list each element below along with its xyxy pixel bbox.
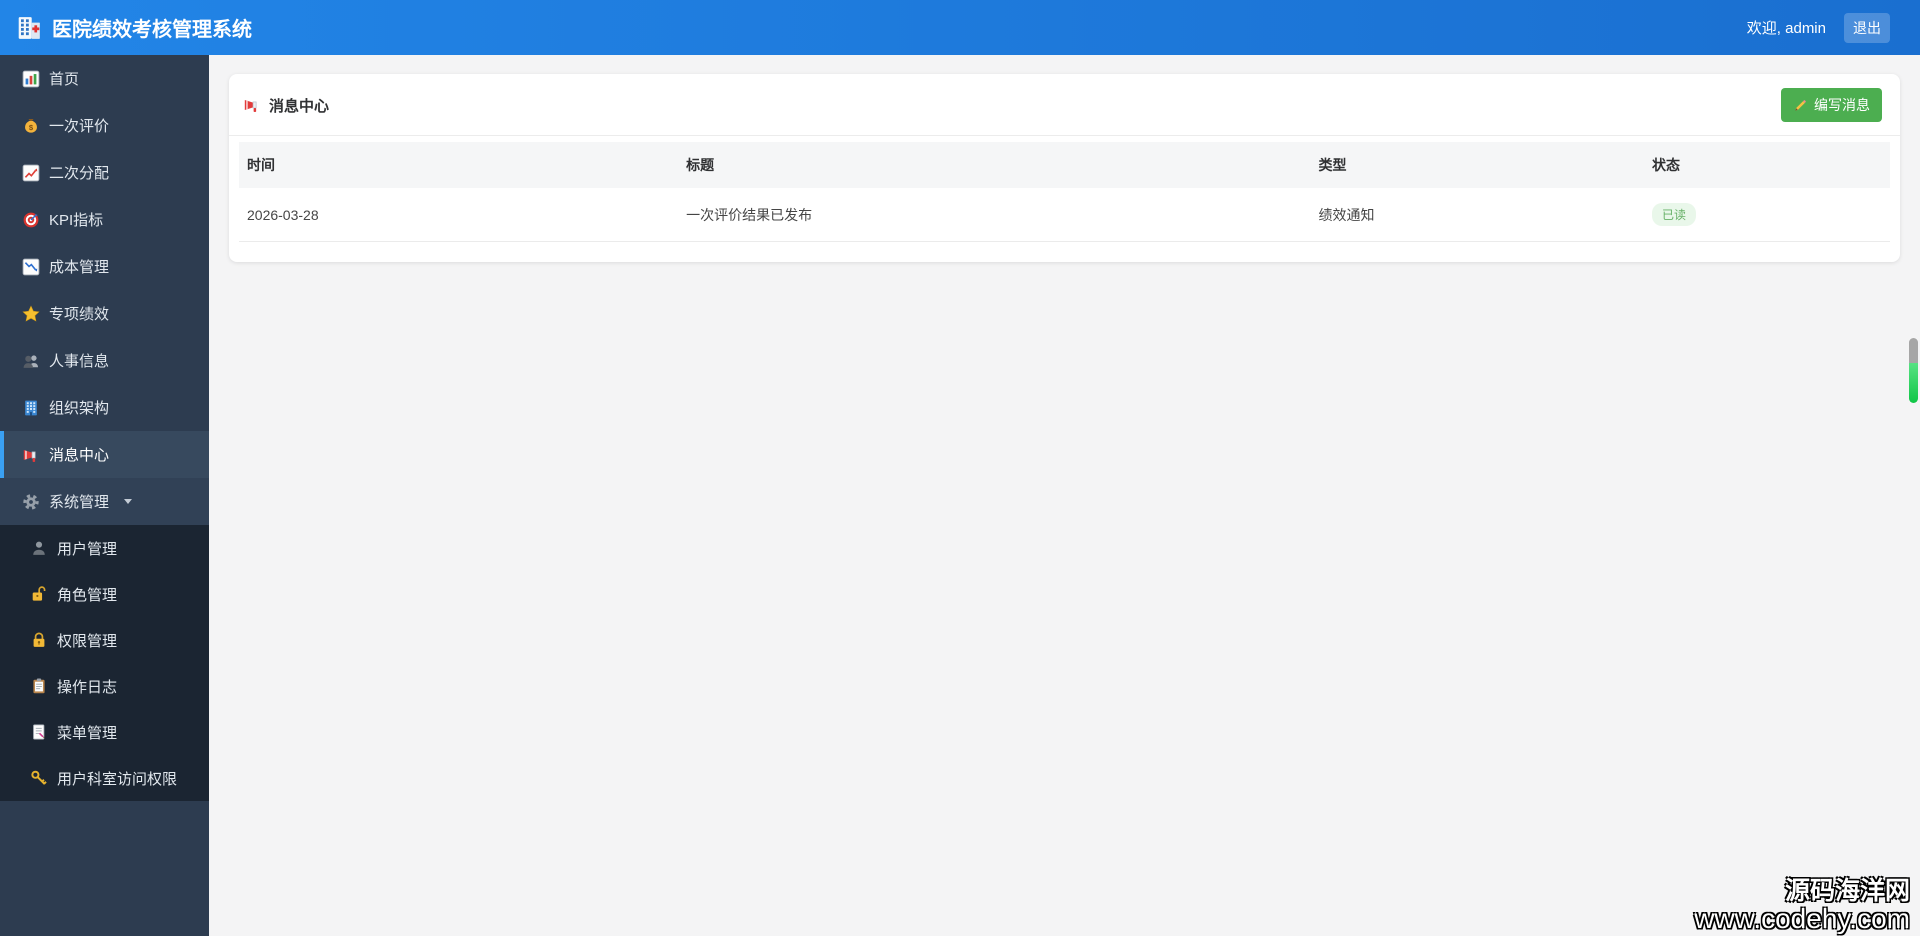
sidebar: 首页 $ 一次评价 二次分配 KPI指标 成本管理 专项绩效 人事信息 组织架构…	[0, 55, 209, 936]
table-header-row: 时间 标题 类型 状态	[239, 142, 1890, 188]
app-title: 医院绩效考核管理系统	[52, 19, 252, 41]
pencil-icon	[1793, 98, 1808, 113]
sidebar-item-label: 消息中心	[49, 447, 110, 464]
key-icon	[30, 769, 48, 787]
chart-up-icon	[22, 164, 40, 182]
column-header-title: 标题	[678, 142, 1311, 188]
sidebar-item-label: 成本管理	[49, 259, 110, 276]
user-icon	[30, 539, 48, 557]
sidebar-item-kpi[interactable]: KPI指标	[0, 196, 209, 243]
sidebar-item-home[interactable]: 首页	[0, 55, 209, 102]
sidebar-item-label: 一次评价	[49, 118, 110, 135]
page-title: 消息中心	[269, 97, 330, 115]
people-icon	[22, 352, 40, 370]
money-bag-icon: $	[22, 117, 40, 135]
megaphone-icon	[22, 446, 40, 464]
target-icon	[22, 211, 40, 229]
welcome-text: 欢迎, admin	[1746, 20, 1826, 37]
gear-icon	[22, 493, 40, 511]
column-header-time: 时间	[239, 142, 679, 188]
sidebar-item-message-center[interactable]: 消息中心	[0, 431, 209, 478]
sidebar-subitem-label: 菜单管理	[57, 724, 118, 742]
bar-chart-icon	[22, 70, 40, 88]
star-icon	[22, 304, 40, 323]
clipboard-icon	[30, 677, 48, 695]
sidebar-item-hr-info[interactable]: 人事信息	[0, 337, 209, 384]
scrollbar-thumb-green	[1909, 363, 1918, 403]
app-brand: 医院绩效考核管理系统	[16, 13, 252, 42]
sidebar-item-label: 人事信息	[49, 353, 110, 370]
sidebar-item-label: 专项绩效	[49, 306, 110, 323]
message-table-wrap: 时间 标题 类型 状态 2026-03-28 一次评价结果已发布 绩效通知 已读	[229, 136, 1900, 262]
sidebar-item-primary-evaluation[interactable]: $ 一次评价	[0, 102, 209, 149]
sidebar-subitem-user-management[interactable]: 用户管理	[0, 525, 209, 571]
memo-icon	[30, 723, 48, 741]
sidebar-item-cost[interactable]: 成本管理	[0, 243, 209, 290]
cell-title: 一次评价结果已发布	[678, 188, 1311, 242]
sidebar-subitem-label: 角色管理	[57, 586, 118, 604]
building-icon	[22, 399, 40, 417]
compose-message-label: 编写消息	[1814, 97, 1870, 113]
message-center-card: 消息中心 编写消息 时间 标题 类型 状态 2026-03-28 一次评价结果已…	[229, 74, 1900, 262]
sidebar-subitem-permission-management[interactable]: 权限管理	[0, 617, 209, 663]
sidebar-subitem-label: 用户科室访问权限	[57, 770, 178, 788]
compose-message-button[interactable]: 编写消息	[1781, 88, 1882, 122]
sidebar-item-label: KPI指标	[49, 212, 104, 229]
hospital-icon	[16, 15, 42, 41]
sidebar-item-label: 首页	[49, 71, 80, 88]
sidebar-subitem-label: 用户管理	[57, 540, 118, 558]
watermark-site-name: 源码海洋网	[1784, 876, 1910, 905]
sidebar-item-label: 二次分配	[49, 165, 110, 182]
svg-text:$: $	[29, 123, 34, 132]
sidebar-item-label: 组织架构	[49, 400, 110, 417]
megaphone-icon	[243, 96, 261, 114]
sidebar-item-label: 系统管理	[49, 494, 110, 511]
sidebar-subitem-menu-management[interactable]: 菜单管理	[0, 709, 209, 755]
sidebar-subitem-role-management[interactable]: 角色管理	[0, 571, 209, 617]
main-content: 消息中心 编写消息 时间 标题 类型 状态 2026-03-28 一次评价结果已…	[209, 55, 1920, 936]
sidebar-item-special-performance[interactable]: 专项绩效	[0, 290, 209, 337]
cell-type: 绩效通知	[1310, 188, 1644, 242]
sidebar-item-system-management[interactable]: 系统管理	[0, 478, 209, 525]
watermark-site-url: www.codehy.com	[1694, 903, 1910, 935]
watermark: 源码海洋网 www.codehy.com	[1694, 878, 1910, 934]
status-badge: 已读	[1651, 203, 1696, 226]
cell-time: 2026-03-28	[239, 188, 679, 242]
cell-status: 已读	[1643, 188, 1890, 242]
sidebar-subitem-user-dept-access[interactable]: 用户科室访问权限	[0, 755, 209, 801]
sidebar-item-org-structure[interactable]: 组织架构	[0, 384, 209, 431]
caret-down-icon	[124, 499, 133, 504]
logout-button[interactable]: 退出	[1844, 12, 1890, 43]
scrollbar-thumb-gray	[1909, 338, 1918, 363]
lock-icon	[30, 631, 48, 649]
sidebar-subitem-operation-log[interactable]: 操作日志	[0, 663, 209, 709]
message-table: 时间 标题 类型 状态 2026-03-28 一次评价结果已发布 绩效通知 已读	[239, 142, 1890, 242]
table-row[interactable]: 2026-03-28 一次评价结果已发布 绩效通知 已读	[239, 188, 1890, 242]
sidebar-subitem-label: 操作日志	[57, 678, 118, 696]
sidebar-item-secondary-distribution[interactable]: 二次分配	[0, 149, 209, 196]
chart-down-icon	[22, 258, 40, 276]
top-header: 医院绩效考核管理系统 欢迎, admin 退出	[0, 0, 1920, 55]
unlock-icon	[30, 585, 48, 603]
system-management-submenu: 用户管理 角色管理 权限管理 操作日志 菜单管理 用户科室访问权限	[0, 525, 209, 801]
scrollbar-thumb[interactable]	[1909, 338, 1918, 403]
column-header-type: 类型	[1310, 142, 1644, 188]
column-header-status: 状态	[1643, 142, 1890, 188]
card-header: 消息中心 编写消息	[229, 74, 1900, 136]
card-title: 消息中心	[243, 95, 329, 116]
sidebar-subitem-label: 权限管理	[57, 632, 118, 650]
